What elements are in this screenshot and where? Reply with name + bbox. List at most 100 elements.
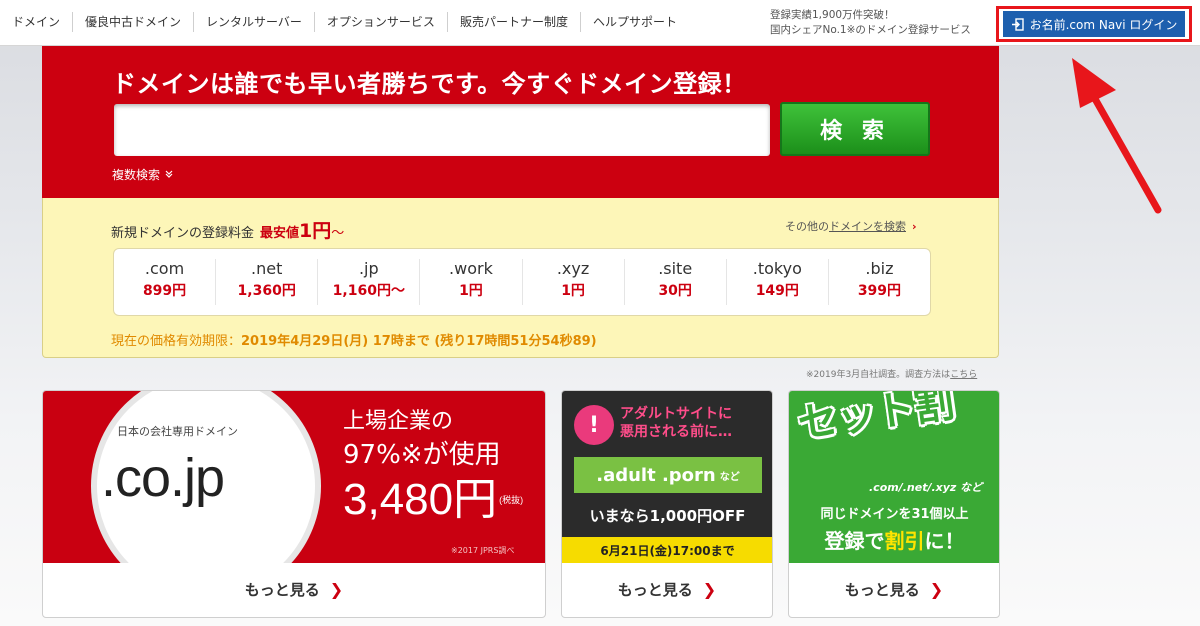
min-suffix: ～ [331, 226, 345, 241]
navi-login-button[interactable]: お名前.com Navi ログイン [1003, 11, 1185, 37]
set-discount-banner[interactable]: セット割 .com/.net/.xyz など 同じドメインを31個以上 登録で割… [789, 391, 999, 563]
adult-warning: ! アダルトサイトに 悪用される前に… [574, 405, 732, 445]
nav-item-help-support[interactable]: ヘルプサポート [581, 12, 689, 32]
survey-method-link[interactable]: こちら [950, 370, 977, 380]
navi-login-label: お名前.com Navi ログイン [1029, 17, 1178, 32]
tld-price: 899円 [142, 283, 187, 299]
set-discount-card: セット割 .com/.net/.xyz など 同じドメインを31個以上 登録で割… [788, 390, 1000, 618]
tld-price: 1円 [561, 283, 585, 299]
pricing-title: 新規ドメインの登録料金 最安値1円～ [111, 216, 344, 243]
min-price-label: 最安値1円 [260, 220, 331, 242]
tld-price: 149円 [755, 283, 799, 299]
adult-tlds-etc: など [719, 471, 740, 483]
adult-offer: いまなら1,000円OFF [589, 507, 746, 525]
search-button[interactable]: 検 索 [780, 102, 930, 156]
set-discount-title: セット割 [795, 391, 957, 448]
nav-item-option-service[interactable]: オプションサービス [315, 12, 448, 32]
set-discount-tlds: .com/.net/.xyz など [869, 481, 983, 494]
adult-warning-line-1: アダルトサイトに [620, 406, 732, 422]
chevron-right-icon: ❯ [329, 579, 344, 599]
chevron-right-icon: ❯ [702, 579, 717, 599]
other-link-prefix: その他の [785, 220, 829, 233]
adult-warning-line-2: 悪用される前に… [620, 424, 732, 440]
validity-value: 2019年4月29日(月) 17時まで (残り17時間51分54秒89) [241, 334, 597, 349]
multi-search-toggle[interactable]: 複数検索 [112, 166, 174, 183]
cojp-source-note: ※2017 JPRS調べ [451, 546, 515, 555]
set-line2-b: 割引 [884, 529, 925, 553]
adult-banner[interactable]: ! アダルトサイトに 悪用される前に… .adult .porn など いまなら1… [562, 391, 772, 563]
cojp-logo-text: .co.jp [101, 448, 225, 508]
chevron-right-icon: › [912, 220, 917, 233]
cojp-tax-note: (税抜) [499, 495, 524, 505]
warning-icon: ! [574, 405, 614, 445]
adult-more-link[interactable]: もっと見る ❯ [562, 561, 772, 617]
annotation-arrow-icon [1072, 58, 1162, 214]
set-discount-line-1: 同じドメインを31個以上 [820, 507, 969, 522]
tld-price-list: .com 899円 .net 1,360円 .jp 1,160円～ .work 1円 .… [113, 248, 931, 316]
min-label: 最安値 [260, 226, 300, 241]
domain-search-panel: ドメインは誰でも早い者勝ちです。今すぐドメイン登録！ 検 索 複数検索 [42, 46, 999, 198]
tld-price: 399円 [857, 283, 902, 299]
tld-name: .xyz [556, 259, 590, 278]
pricing-panel: 新規ドメインの登録料金 最安値1円～ その他のドメインを検索 › .com 899円 … [42, 198, 999, 358]
adult-warning-text: アダルトサイトに 悪用される前に… [620, 405, 732, 441]
adult-deadline: 6月21日(金)17:00まで [562, 537, 772, 563]
tld-item-xyz[interactable]: .xyz 1円 [523, 259, 625, 305]
other-domain-search-link[interactable]: その他のドメインを検索 › [785, 218, 917, 234]
tld-price: 1円 [459, 283, 483, 299]
tld-item-biz[interactable]: .biz 399円 [829, 259, 930, 305]
nav-item-used-domain[interactable]: 優良中古ドメイン [73, 12, 195, 32]
set-discount-more-link[interactable]: もっと見る ❯ [789, 561, 999, 617]
tld-item-com[interactable]: .com 899円 [114, 259, 217, 305]
tld-name: .site [658, 259, 693, 278]
tld-name: .biz [865, 259, 894, 278]
set-line2-a: 登録で [824, 529, 885, 553]
more-label: もっと見る [617, 580, 693, 599]
set-line2-c: に！ [924, 529, 965, 553]
tld-price: 1,160円～ [332, 283, 405, 299]
more-label: もっと見る [244, 580, 320, 599]
validity-label: 現在の価格有効期限： [111, 334, 242, 349]
adult-card: ! アダルトサイトに 悪用される前に… .adult .porn など いまなら1… [561, 390, 773, 618]
nav-item-rental-server[interactable]: レンタルサーバー [194, 12, 315, 32]
pricing-title-text: 新規ドメインの登録料金 [111, 226, 255, 241]
other-link-text: ドメインを検索 [829, 220, 906, 233]
double-chevron-down-icon [164, 168, 174, 182]
survey-note: ※2019年3月自社調査。調査方法はこちら [806, 367, 977, 380]
cojp-subtitle: 日本の会社専用ドメイン [117, 425, 238, 438]
nav-item-domain[interactable]: ドメイン [6, 12, 74, 32]
chevron-right-icon: ❯ [929, 579, 944, 599]
tld-item-net[interactable]: .net 1,360円 [216, 259, 319, 305]
cojp-price-value: 3,480円 [343, 475, 498, 524]
cojp-more-link[interactable]: もっと見る ❯ [43, 561, 545, 617]
tld-price: 30円 [658, 283, 692, 299]
tld-item-jp[interactable]: .jp 1,160円～ [318, 259, 421, 305]
adult-tld-strip: .adult .porn など [574, 457, 762, 493]
price-validity: 現在の価格有効期限：2019年4月29日(月) 17時まで (残り17時間51分… [111, 330, 597, 349]
more-label: もっと見る [844, 580, 920, 599]
tld-item-site[interactable]: .site 30円 [625, 259, 727, 305]
stats-line-2: 国内シェアNo.1※のドメイン登録サービス [770, 24, 971, 36]
login-icon [1011, 17, 1024, 31]
stats-line-1: 登録実績1,900万件突破！ [770, 9, 895, 21]
cojp-banner[interactable]: 日本の会社専用ドメイン .co.jp 上場企業の 97%※が使用 3,480円(… [43, 391, 545, 563]
search-headline: ドメインは誰でも早い者勝ちです。今すぐドメイン登録！ [112, 70, 747, 98]
main-nav: ドメイン 優良中古ドメイン レンタルサーバー オプションサービス 販売パートナー… [6, 12, 689, 32]
nav-item-partner[interactable]: 販売パートナー制度 [448, 12, 581, 32]
tld-name: .tokyo [752, 259, 802, 278]
tld-item-tokyo[interactable]: .tokyo 149円 [727, 259, 829, 305]
tld-name: .jp [358, 259, 379, 278]
survey-note-text: ※2019年3月自社調査。調査方法は [806, 370, 951, 380]
min-value: 1円 [299, 220, 332, 242]
adult-tlds: .adult .porn [596, 464, 716, 486]
tld-item-work[interactable]: .work 1円 [420, 259, 523, 305]
registration-stats: 登録実績1,900万件突破！ 国内シェアNo.1※のドメイン登録サービス [770, 8, 971, 38]
set-discount-line-2: 登録で割引に！ [789, 525, 999, 554]
multi-search-label: 複数検索 [112, 168, 161, 182]
cojp-card: 日本の会社専用ドメイン .co.jp 上場企業の 97%※が使用 3,480円(… [42, 390, 546, 618]
tld-price: 1,360円 [237, 283, 296, 299]
domain-search-input[interactable] [114, 104, 770, 156]
tld-name: .com [144, 259, 185, 278]
cojp-price: 3,480円 (税抜) [343, 473, 523, 527]
cojp-line-2: 97%※が使用 [343, 440, 501, 470]
